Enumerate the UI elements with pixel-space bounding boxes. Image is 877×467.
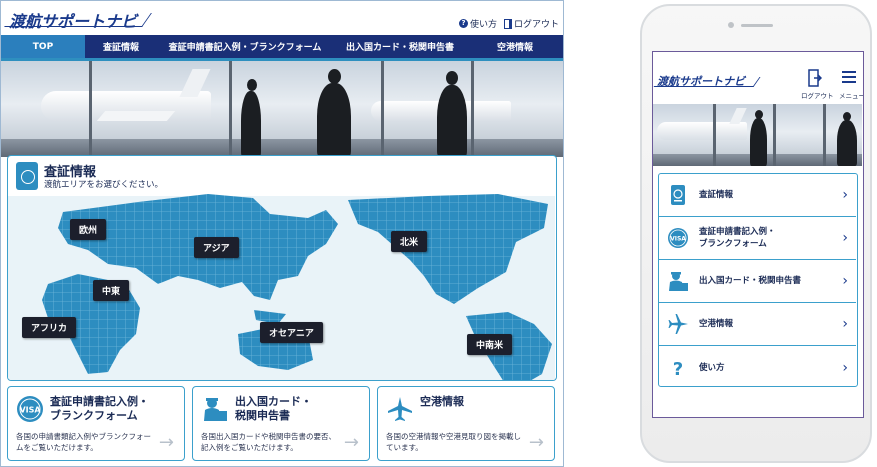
region-oceania[interactable]: オセアニア [260,322,323,343]
passport-icon [671,185,685,205]
card-title: 空港情報 [420,395,464,408]
visa-icon: VISA [17,396,43,422]
mobile-item-visa-info[interactable]: 査証情報 › [659,174,856,217]
passport-icon [16,162,38,190]
chevron-right-icon: › [842,359,848,376]
immigration-officer-icon [204,398,227,421]
airplane-icon [668,314,688,334]
visa-map-panel: 査証情報 渡航エリアをお選びください。 欧州 アジア 北米 中東 アフリカ オセ… [7,155,557,381]
menu-label[interactable]: メニュー [839,90,863,100]
mobile-item-label: 空港情報 [699,319,734,329]
help-link[interactable]: ? 使い方 [459,17,497,30]
nav-airport-info[interactable]: 空港情報 [467,35,563,58]
mobile-menu-list: 査証情報 › VISA 査証申請書記入例・ ブランクフォーム › 出入国カード・… [658,173,858,387]
svg-text:VISA: VISA [19,406,41,415]
speaker-grille [741,24,773,27]
map-subtitle: 渡航エリアをお選びください。 [44,180,164,190]
mobile-item-how-to-use[interactable]: ? 使い方 › [659,346,856,389]
airplane-icon [388,397,412,421]
mobile-item-immigration-cards[interactable]: 出入国カード・税関申告書 › [659,260,856,303]
nav-top[interactable]: TOP [1,35,85,58]
region-africa[interactable]: アフリカ [22,317,77,338]
question-icon: ? [459,19,468,28]
site-logo[interactable]: 渡航サポートナビ [9,8,137,32]
mobile-item-label: 出入国カード・税関申告書 [699,276,802,286]
card-description: 各国出入国カードや税関申告書の要否、記入例をご覧いただけます。 [201,432,336,452]
hamburger-menu-icon[interactable] [842,70,856,84]
region-asia[interactable]: アジア [194,237,239,258]
mobile-item-label: 査証申請書記入例・ ブランクフォーム [699,227,776,249]
chevron-right-icon: › [842,316,848,332]
mobile-logo[interactable]: 渡航サポートナビ [657,73,745,89]
card-immigration-cards[interactable]: 出入国カード・ 税関申告書 各国出入国カードや税関申告書の要否、記入例をご覧いた… [192,386,370,461]
nav-visa-info[interactable]: 査証情報 [85,35,157,58]
nav-visa-forms[interactable]: 査証申請書記入例・ブランクフォーム [157,35,333,58]
logout-label[interactable]: ログアウト [801,90,834,100]
card-title: 出入国カード・ 税関申告書 [235,395,312,422]
phone-screen: 渡航サポートナビ ログアウト メニュー 査証情報 › VISA 査証申請書記入例… [652,51,864,418]
card-airport-info[interactable]: 空港情報 各国の空港情報や空港見取り図を掲載しています。 → [377,386,555,461]
card-description: 各国の申請書類記入例やブランクフォームをご覧いただけます。 [16,432,151,452]
region-europe[interactable]: 欧州 [70,219,107,240]
question-icon: ? [673,359,683,379]
visa-icon: VISA [668,228,688,248]
mobile-item-visa-forms[interactable]: VISA 査証申請書記入例・ ブランクフォーム › [659,217,856,260]
logout-icon [504,18,512,29]
arrow-right-icon: → [158,432,174,453]
mobile-item-label: 査証情報 [699,190,734,200]
north-america-landmass [348,194,548,304]
logout-label: ログアウト [514,20,560,30]
chevron-right-icon: › [842,187,848,203]
main-nav: TOP 査証情報 査証申請書記入例・ブランクフォーム 出入国カード・税関申告書 … [1,35,563,61]
desktop-page: 渡航サポートナビ ? 使い方 ログアウト TOP 査証情報 査証申請書記入例・ブ… [0,0,564,467]
card-visa-forms[interactable]: VISA 査証申請書記入例・ ブランクフォーム 各国の申請書類記入例やブランクフ… [7,386,185,461]
hero-image [1,61,563,157]
chevron-right-icon: › [842,273,848,289]
svg-text:VISA: VISA [670,236,686,243]
help-label: 使い方 [470,20,498,30]
svg-text:?: ? [673,359,683,379]
logout-icon[interactable] [808,69,822,87]
card-description: 各国の空港情報や空港見取り図を掲載しています。 [386,432,521,452]
nav-immigration-cards[interactable]: 出入国カード・税関申告書 [333,35,467,58]
site-header: 渡航サポートナビ ? 使い方 ログアウト [1,1,563,35]
region-north-america[interactable]: 北米 [391,231,428,252]
card-title: 査証申請書記入例・ ブランクフォーム [50,395,149,422]
mobile-header: 渡航サポートナビ ログアウト メニュー [653,52,863,104]
mobile-item-airport-info[interactable]: 空港情報 › [659,303,856,346]
smartphone-frame: 渡航サポートナビ ログアウト メニュー 査証情報 › VISA 査証申請書記入例… [640,4,872,463]
mobile-hero-image [653,104,862,166]
region-latin-america[interactable]: 中南米 [467,334,513,355]
camera-icon [728,22,734,28]
immigration-officer-icon [669,272,688,291]
mobile-item-label: 使い方 [699,362,725,373]
arrow-right-icon: → [343,432,359,453]
arrow-right-icon: → [528,432,544,453]
region-middle-east[interactable]: 中東 [93,280,130,301]
logout-link[interactable]: ログアウト [504,17,559,30]
chevron-right-icon: › [842,230,848,246]
